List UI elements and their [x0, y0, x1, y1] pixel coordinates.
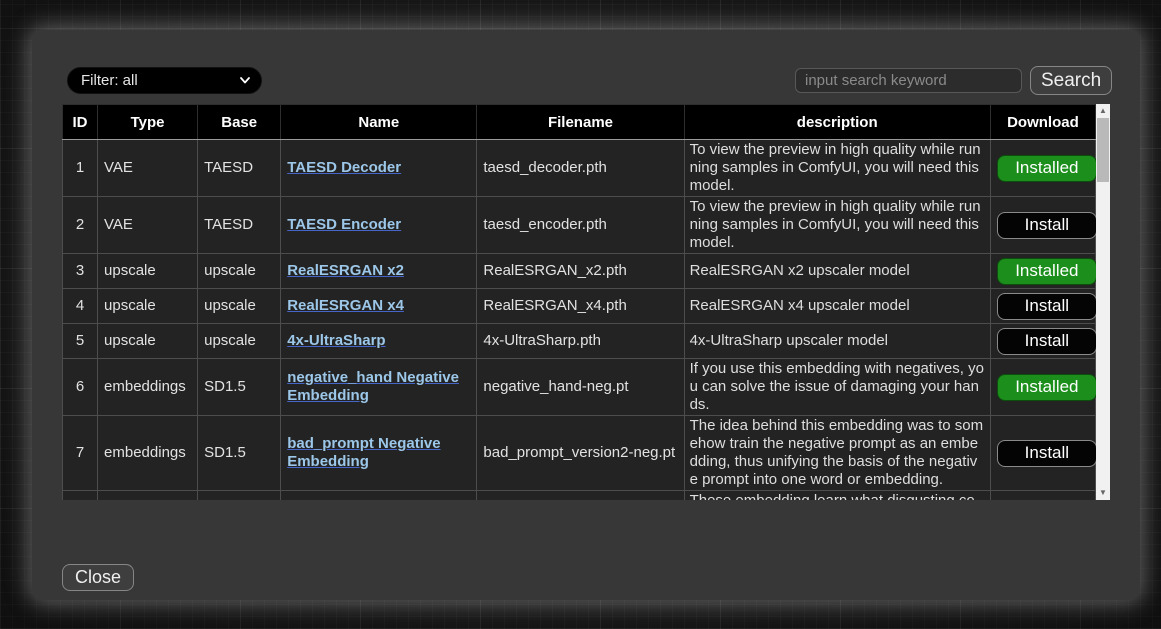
- cell-base: upscale: [198, 289, 281, 324]
- cell-name: bad_prompt Negative Embedding: [281, 416, 477, 491]
- models-table-container: IDTypeBaseNameFilenamedescriptionDownloa…: [62, 104, 1110, 500]
- cell-filename: RealESRGAN_x2.pth: [477, 254, 684, 289]
- models-table: IDTypeBaseNameFilenamedescriptionDownloa…: [62, 104, 1096, 500]
- table-body: 1 VAE TAESD TAESD Decoder taesd_decoder.…: [63, 140, 1096, 501]
- model-name-link[interactable]: TAESD Encoder: [287, 216, 401, 233]
- scrollbar-thumb[interactable]: [1097, 118, 1109, 182]
- cell-filename: RealESRGAN_x4.pth: [477, 289, 684, 324]
- table-row: 2 VAE TAESD TAESD Encoder taesd_encoder.…: [63, 197, 1096, 254]
- column-header-filename: Filename: [477, 105, 684, 140]
- cell-id: [63, 491, 98, 501]
- cell-name: RealESRGAN x2: [281, 254, 477, 289]
- close-button[interactable]: Close: [62, 564, 134, 591]
- table-row: 3 upscale upscale RealESRGAN x2 RealESRG…: [63, 254, 1096, 289]
- cell-id: 5: [63, 324, 98, 359]
- column-header-type: Type: [98, 105, 198, 140]
- table-row: 4 upscale upscale RealESRGAN x4 RealESRG…: [63, 289, 1096, 324]
- model-name-link[interactable]: bad_prompt Negative Embedding: [287, 435, 440, 470]
- install-models-dialog: Filter: all Search IDTypeBaseNameFilenam…: [32, 30, 1140, 600]
- cell-filename: taesd_decoder.pth: [477, 140, 684, 197]
- install-button[interactable]: Install: [997, 293, 1097, 320]
- table-row: These embedding learn what disgusting co…: [63, 491, 1096, 501]
- cell-type: VAE: [98, 197, 198, 254]
- cell-id: 6: [63, 359, 98, 416]
- cell-id: 2: [63, 197, 98, 254]
- cell-description: The idea behind this embedding was to so…: [684, 416, 990, 491]
- cell-download: Install: [990, 197, 1095, 254]
- cell-type: embeddings: [98, 359, 198, 416]
- table-row: 6 embeddings SD1.5 negative_hand Negativ…: [63, 359, 1096, 416]
- cell-base: upscale: [198, 254, 281, 289]
- cell-download: Install: [990, 289, 1095, 324]
- install-button[interactable]: Installed: [997, 155, 1097, 182]
- cell-description: These embedding learn what disgusting co…: [684, 491, 990, 501]
- cell-filename: bad_prompt_version2-neg.pt: [477, 416, 684, 491]
- cell-filename: 4x-UltraSharp.pth: [477, 324, 684, 359]
- table-row: 7 embeddings SD1.5 bad_prompt Negative E…: [63, 416, 1096, 491]
- cell-base: upscale: [198, 324, 281, 359]
- cell-type: VAE: [98, 140, 198, 197]
- cell-base: [198, 491, 281, 501]
- cell-description: If you use this embedding with negatives…: [684, 359, 990, 416]
- install-button[interactable]: Installed: [997, 258, 1097, 285]
- column-header-description: description: [684, 105, 990, 140]
- table-row: 1 VAE TAESD TAESD Decoder taesd_decoder.…: [63, 140, 1096, 197]
- column-header-base: Base: [198, 105, 281, 140]
- install-button[interactable]: Install: [997, 440, 1097, 467]
- cell-filename: taesd_encoder.pth: [477, 197, 684, 254]
- cell-description: 4x-UltraSharp upscaler model: [684, 324, 990, 359]
- table-row: 5 upscale upscale 4x-UltraSharp 4x-Ultra…: [63, 324, 1096, 359]
- table-header-row: IDTypeBaseNameFilenamedescriptionDownloa…: [63, 105, 1096, 140]
- cell-name: [281, 491, 477, 501]
- cell-download: Installed: [990, 254, 1095, 289]
- cell-base: SD1.5: [198, 416, 281, 491]
- cell-id: 4: [63, 289, 98, 324]
- cell-base: TAESD: [198, 197, 281, 254]
- cell-base: TAESD: [198, 140, 281, 197]
- model-name-link[interactable]: RealESRGAN x2: [287, 262, 404, 279]
- model-name-link[interactable]: 4x-UltraSharp: [287, 332, 385, 349]
- column-header-id: ID: [63, 105, 98, 140]
- cell-description: RealESRGAN x4 upscaler model: [684, 289, 990, 324]
- cell-description: RealESRGAN x2 upscaler model: [684, 254, 990, 289]
- scroll-down-button[interactable]: ▼: [1096, 486, 1110, 500]
- cell-type: upscale: [98, 254, 198, 289]
- column-header-download: Download: [990, 105, 1095, 140]
- cell-download: Installed: [990, 359, 1095, 416]
- install-button[interactable]: Install: [997, 212, 1097, 239]
- cell-type: embeddings: [98, 416, 198, 491]
- install-button[interactable]: Installed: [997, 374, 1097, 401]
- cell-name: RealESRGAN x4: [281, 289, 477, 324]
- cell-download: [990, 491, 1095, 501]
- cell-download: Install: [990, 416, 1095, 491]
- search-button[interactable]: Search: [1030, 66, 1112, 95]
- cell-id: 3: [63, 254, 98, 289]
- cell-download: Installed: [990, 140, 1095, 197]
- cell-type: upscale: [98, 289, 198, 324]
- column-header-name: Name: [281, 105, 477, 140]
- filter-select[interactable]: Filter: all: [67, 67, 262, 94]
- cell-filename: [477, 491, 684, 501]
- install-button[interactable]: Install: [997, 328, 1097, 355]
- filter-select-wrap: Filter: all: [67, 67, 262, 94]
- cell-id: 1: [63, 140, 98, 197]
- cell-filename: negative_hand-neg.pt: [477, 359, 684, 416]
- cell-name: TAESD Decoder: [281, 140, 477, 197]
- cell-name: negative_hand Negative Embedding: [281, 359, 477, 416]
- model-name-link[interactable]: negative_hand Negative Embedding: [287, 369, 459, 404]
- cell-type: [98, 491, 198, 501]
- cell-name: 4x-UltraSharp: [281, 324, 477, 359]
- scroll-up-button[interactable]: ▲: [1096, 104, 1110, 118]
- cell-base: SD1.5: [198, 359, 281, 416]
- cell-download: Install: [990, 324, 1095, 359]
- model-name-link[interactable]: RealESRGAN x4: [287, 297, 404, 314]
- cell-name: TAESD Encoder: [281, 197, 477, 254]
- model-name-link[interactable]: TAESD Decoder: [287, 159, 401, 176]
- cell-id: 7: [63, 416, 98, 491]
- table-scrollbar[interactable]: ▲ ▼: [1096, 104, 1110, 500]
- cell-description: To view the preview in high quality whil…: [684, 140, 990, 197]
- search-input[interactable]: [795, 68, 1022, 93]
- cell-description: To view the preview in high quality whil…: [684, 197, 990, 254]
- cell-type: upscale: [98, 324, 198, 359]
